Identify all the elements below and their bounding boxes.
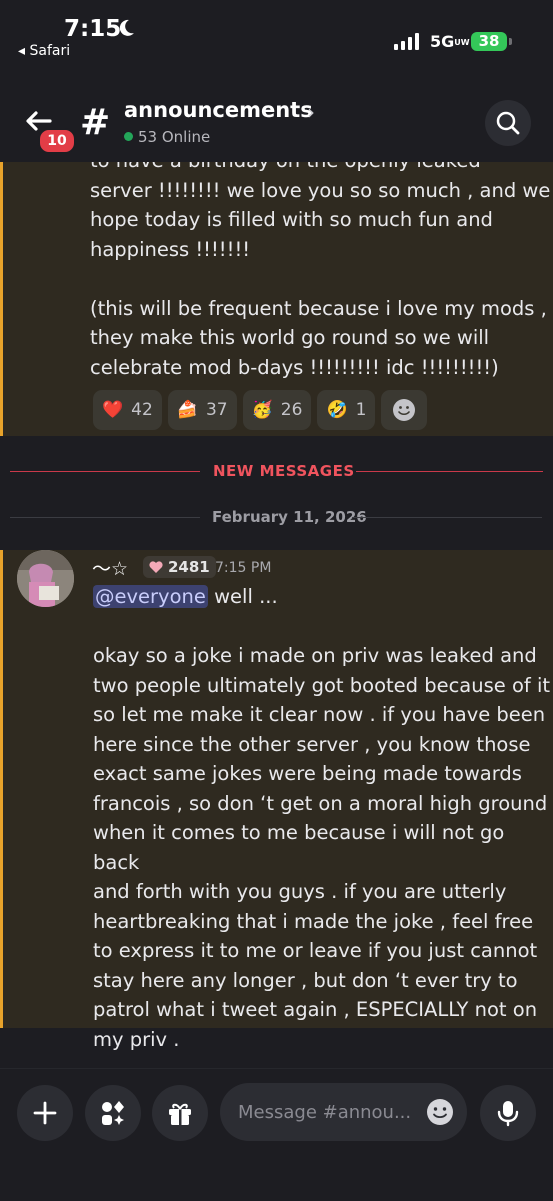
message-text: well ...	[207, 585, 278, 608]
add-attachment-button[interactable]	[17, 1085, 73, 1141]
network-type: 5GUW	[430, 32, 470, 51]
message-line: here since the other server , you know t…	[93, 732, 531, 756]
reaction-heart[interactable]: ❤️ 42	[93, 390, 162, 430]
mention-everyone[interactable]: @everyone	[93, 585, 208, 608]
network-suffix: UW	[454, 37, 470, 47]
reaction-count: 42	[131, 400, 153, 420]
clock: 7:15	[64, 16, 122, 42]
message-line: they make this world go round so we will	[90, 326, 490, 349]
message-line: to have a birthday on the openly leaked	[90, 162, 550, 176]
message-line: and forth with you guys . if you are utt…	[93, 880, 507, 903]
channel-name[interactable]: announcements	[124, 98, 313, 122]
message-line: server !!!!!!!! we love you so so much ,…	[90, 178, 551, 202]
message-line: to express it to me or leave if you just…	[93, 939, 538, 962]
avatar[interactable]	[17, 550, 74, 607]
back-app-label: Safari	[29, 43, 71, 59]
message[interactable]: 〜☆ 2481 7:15 PM @everyone well ... okay …	[0, 550, 553, 1051]
message-input[interactable]: Message #annou...	[220, 1083, 467, 1141]
heart-icon	[149, 561, 163, 573]
search-icon	[496, 111, 520, 135]
online-dot-icon	[124, 132, 133, 141]
message-line: exact same jokes were being made towards	[93, 762, 522, 785]
gift-button[interactable]	[152, 1085, 208, 1141]
channel-hash-icon: #	[80, 102, 111, 143]
date-divider-left	[10, 517, 200, 518]
channel-header: 10 # announcements › 53 Online	[0, 84, 553, 162]
reaction-rofl[interactable]: 🤣 1	[317, 390, 376, 430]
cake-icon: 🍰	[176, 400, 198, 420]
message-line: stay here any longer , but don ‘t ever t…	[93, 968, 518, 992]
microphone-icon	[497, 1101, 519, 1127]
apps-button[interactable]	[85, 1085, 141, 1141]
date-divider-right	[352, 517, 542, 518]
timestamp: 7:15 PM	[215, 560, 272, 576]
chevron-right-icon[interactable]: ›	[307, 100, 315, 124]
reactions-bar: ❤️ 42 🍰 37 🥳 26 🤣 1	[93, 390, 428, 430]
role-tag[interactable]: 2481	[143, 556, 216, 578]
previous-message[interactable]: to have a birthday on the openly leaked …	[0, 162, 553, 436]
emoji-icon[interactable]	[425, 1097, 455, 1127]
message-input-placeholder: Message #annou...	[238, 1102, 412, 1123]
party-face-icon: 🥳	[251, 400, 273, 420]
role-count: 2481	[168, 558, 210, 576]
message-line: celebrate mod b-days !!!!!!!!! idc !!!!!…	[90, 355, 499, 379]
apps-icon	[102, 1101, 124, 1125]
reaction-cake[interactable]: 🍰 37	[167, 390, 237, 430]
heart-icon: ❤️	[102, 400, 124, 420]
message-line: so let me make it clear now . if you hav…	[93, 703, 546, 726]
message-composer: Message #annou...	[0, 1068, 553, 1201]
reaction-count: 1	[355, 400, 367, 420]
message-line: when it comes to me because i will not g…	[93, 821, 505, 874]
status-bar: 7:15 ◂ Safari 5GUW 38	[0, 0, 553, 80]
message-line: francois , so don ‘t get on a moral high…	[93, 791, 548, 815]
message-line: my priv .	[93, 1027, 180, 1051]
user-photo-icon	[17, 550, 74, 607]
previous-message-body: to have a birthday on the openly leaked …	[90, 162, 550, 382]
message-line: patrol what i tweet again , ESPECIALLY n…	[93, 998, 538, 1021]
plus-icon	[33, 1101, 57, 1125]
message-line: okay so a joke i made on priv was leaked…	[93, 644, 537, 667]
author-name[interactable]: 〜☆	[92, 554, 128, 581]
message-line: hope today is filled with so much fun an…	[90, 208, 493, 231]
message-line: @everyone well ...	[93, 582, 553, 612]
add-reaction-button[interactable]	[381, 390, 428, 430]
signal-icon	[394, 32, 419, 50]
message-line: heartbreaking that i made the joke , fee…	[93, 909, 534, 933]
rofl-face-icon: 🤣	[326, 400, 348, 420]
reaction-party[interactable]: 🥳 26	[242, 390, 312, 430]
message-line: two people ultimately got booted because…	[93, 673, 551, 697]
date-divider-label: February 11, 2026	[212, 508, 367, 526]
voice-message-button[interactable]	[480, 1085, 536, 1141]
network-label: 5G	[430, 32, 455, 51]
reaction-count: 37	[205, 400, 228, 420]
back-to-app-link[interactable]: ◂ Safari	[18, 43, 70, 59]
search-button[interactable]	[485, 100, 531, 146]
message-body: @everyone well ... okay so a joke i made…	[93, 582, 553, 1054]
online-count: 53 Online	[124, 128, 210, 146]
smiley-icon	[393, 399, 416, 421]
online-label: 53 Online	[138, 128, 211, 146]
message-line: (this will be frequent because i love my…	[90, 296, 547, 320]
battery-icon: 38	[471, 32, 512, 51]
reaction-count: 26	[280, 400, 303, 420]
gift-icon	[169, 1103, 191, 1125]
new-messages-label: NEW MESSAGES	[213, 462, 355, 480]
unread-badge: 10	[38, 128, 76, 154]
moon-icon	[116, 18, 136, 42]
message-line: happiness !!!!!!!	[90, 237, 251, 261]
